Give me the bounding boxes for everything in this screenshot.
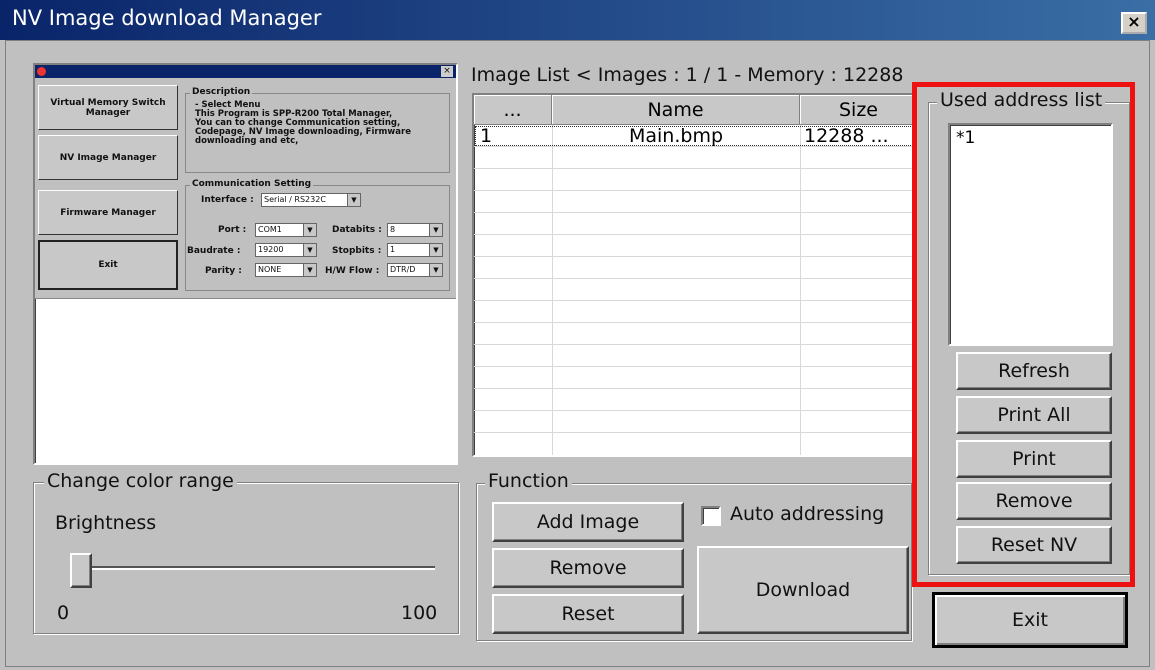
preview-stopbits-combo: 1 ▼ [387,243,443,257]
preview-port-combo: COM1 ▼ [255,223,317,237]
row-divider [474,366,914,367]
row-divider [474,300,914,301]
column-divider [800,125,801,455]
preview-description-text: - Select Menu This Program is SPP-R200 T… [195,100,411,146]
preview-parity-label: Parity : [205,266,242,276]
row-divider [474,190,914,191]
row-divider [474,388,914,389]
row-divider [474,344,914,345]
preview-titlebar [35,65,456,78]
image-list-table[interactable]: ... Name Size 1 Main.bmp 12288 ... [472,93,916,457]
brightness-max-label: 100 [401,602,438,624]
window-title: NV Image download Manager [12,6,322,30]
preview-comm-legend: Communication Setting [190,179,314,189]
reset-button[interactable]: Reset [492,594,684,634]
exit-button[interactable]: Exit [932,592,1128,648]
preview-stopbits-label: Stopbits : [332,246,382,256]
auto-addressing-label[interactable]: Auto addressing [730,503,884,525]
row-name-cell: Main.bmp [628,125,724,147]
preview-app-icon [37,67,46,76]
row-divider [474,322,914,323]
add-image-button[interactable]: Add Image [492,502,684,542]
table-row[interactable]: 1 Main.bmp 12288 ... [474,125,914,147]
preview-baudrate-combo: 19200 ▼ [255,243,317,257]
row-divider [474,168,914,169]
highlight-annotation-box [912,82,1135,587]
column-header-index[interactable]: ... [474,95,552,125]
column-divider [552,125,553,455]
preview-hwflow-combo: DTR/D ▼ [387,263,443,277]
color-range-legend: Change color range [44,470,237,492]
preview-close-icon: × [441,66,453,77]
preview-exit-button: Exit [38,240,178,290]
row-size-cell: 12288 ... [804,125,889,147]
preview-port-label: Port : [218,225,247,235]
preview-parity-combo: NONE ▼ [255,263,317,277]
preview-interface-combo: Serial / RS232C ▼ [261,193,361,207]
row-divider [474,278,914,279]
preview-hwflow-label: H/W Flow : [325,266,380,276]
column-header-name[interactable]: Name [552,95,800,125]
row-index-cell: 1 [480,125,493,147]
download-button[interactable]: Download [697,546,909,634]
row-divider [474,212,914,213]
function-legend: Function [485,470,572,492]
preview-image: × Virtual Memory Switch Manager NV Image… [35,65,456,299]
preview-baudrate-label: Baudrate : [187,246,241,256]
row-divider [474,234,914,235]
preview-vm-switch-button: Virtual Memory Switch Manager [38,85,178,130]
preview-databits-label: Databits : [332,225,382,235]
brightness-min-label: 0 [57,602,70,624]
preview-firmware-button: Firmware Manager [38,190,178,235]
auto-addressing-checkbox[interactable] [701,506,721,526]
preview-description-legend: Description [190,87,253,97]
color-range-group [33,482,459,634]
preview-nv-image-button: NV Image Manager [38,135,178,180]
column-header-size[interactable]: Size [800,95,914,125]
brightness-slider-track[interactable] [78,566,435,570]
brightness-slider-thumb[interactable] [70,553,92,588]
brightness-label: Brightness [55,512,157,534]
image-list-header: Image List < Images : 1 / 1 - Memory : 1… [471,64,907,86]
preview-databits-combo: 8 ▼ [387,223,443,237]
row-divider [474,410,914,411]
row-divider [474,432,914,433]
row-divider [474,256,914,257]
window-close-button[interactable]: × [1121,12,1147,34]
function-remove-button[interactable]: Remove [492,548,684,588]
preview-interface-label: Interface : [201,195,254,205]
